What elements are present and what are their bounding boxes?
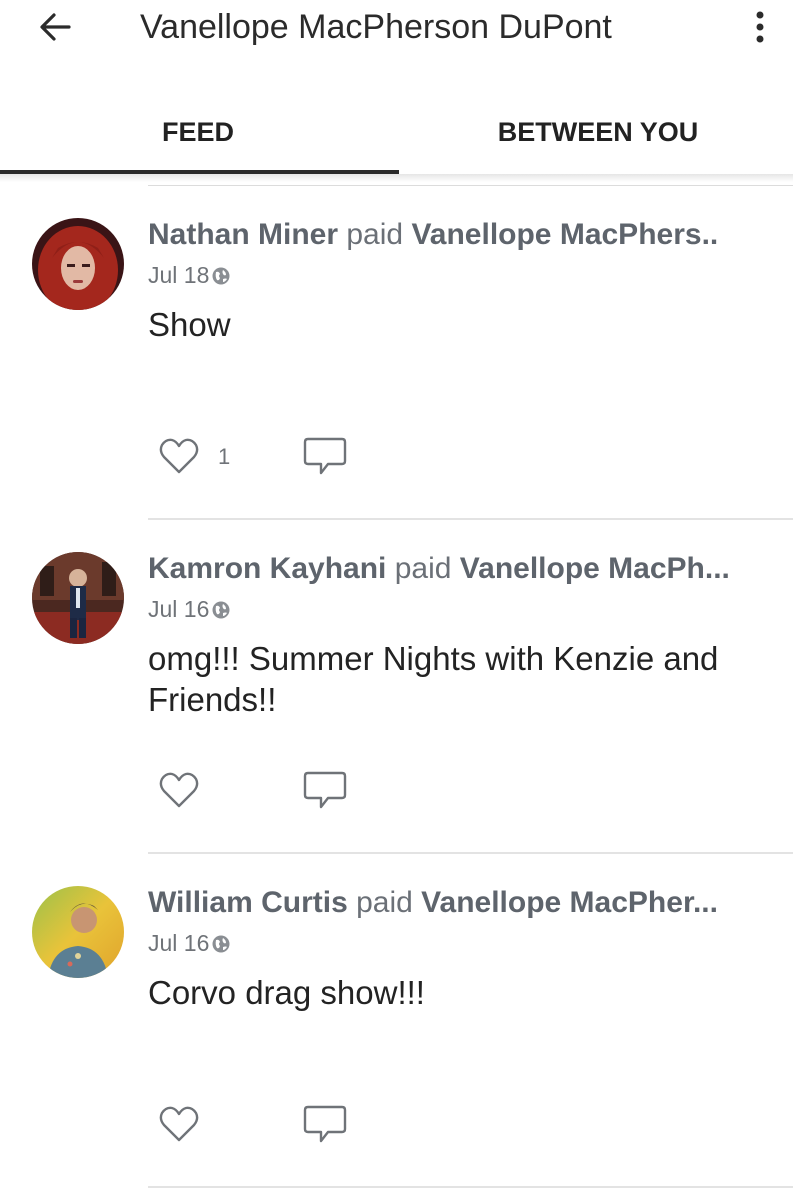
like-count: 1 (218, 444, 231, 469)
feed-story[interactable]: Nathan Miner paid Vanellope MacPhers.. J… (0, 186, 793, 520)
globe-icon (212, 267, 230, 284)
heart-icon[interactable] (158, 770, 200, 810)
story-note: Show (148, 306, 231, 343)
tab-feed[interactable]: FEED (0, 90, 396, 174)
story-headline: Kamron Kayhani paid Vanellope MacPh... (148, 552, 788, 586)
payee-name[interactable]: Vanellope MacPh... (460, 552, 730, 585)
avatar[interactable] (32, 552, 124, 644)
tab-between-you[interactable]: BETWEEN YOU (400, 90, 793, 174)
story-headline: William Curtis paid Vanellope MacPher... (148, 886, 788, 920)
story-meta: Jul 16 (148, 930, 231, 957)
story-verb: paid (346, 218, 404, 251)
back-arrow-icon[interactable] (38, 10, 72, 44)
app-bar: Vanellope MacPherson DuPont (0, 0, 793, 62)
feed-story[interactable]: Kamron Kayhani paid Vanellope MacPh... J… (0, 520, 793, 854)
feed-story[interactable]: William Curtis paid Vanellope MacPher...… (0, 854, 793, 1188)
comment-icon[interactable] (302, 1104, 348, 1146)
story-meta: Jul 16 (148, 596, 231, 623)
story-date: Jul 18 (148, 262, 210, 288)
story-actions (148, 770, 448, 814)
payee-name[interactable]: Vanellope MacPher... (421, 886, 718, 919)
comment-icon[interactable] (302, 770, 348, 812)
avatar[interactable] (32, 218, 124, 310)
globe-icon (212, 601, 230, 618)
story-note: omg!!! Summer Nights with Kenzie and Fri… (148, 640, 719, 718)
more-vert-icon[interactable] (753, 10, 767, 44)
story-verb: paid (394, 552, 452, 585)
story-verb: paid (356, 886, 413, 919)
heart-icon[interactable] (158, 436, 200, 476)
comment-icon[interactable] (302, 436, 348, 478)
payer-name[interactable]: Kamron Kayhani (148, 552, 386, 585)
tabs-shadow (0, 174, 793, 182)
story-note: Corvo drag show!!! (148, 974, 425, 1011)
tab-bar: FEED BETWEEN YOU (0, 90, 793, 174)
avatar[interactable] (32, 886, 124, 978)
story-date: Jul 16 (148, 930, 210, 956)
payee-name[interactable]: Vanellope MacPhers.. (411, 218, 718, 251)
story-meta: Jul 18 (148, 262, 231, 289)
story-headline: Nathan Miner paid Vanellope MacPhers.. (148, 218, 788, 252)
divider (148, 1186, 793, 1188)
heart-icon[interactable] (158, 1104, 200, 1144)
globe-icon (212, 935, 230, 952)
story-date: Jul 16 (148, 596, 210, 622)
story-actions: 1 (148, 436, 448, 480)
payer-name[interactable]: William Curtis (148, 886, 348, 919)
story-actions (148, 1104, 448, 1148)
page-title: Vanellope MacPherson DuPont (140, 8, 612, 46)
payer-name[interactable]: Nathan Miner (148, 218, 338, 251)
